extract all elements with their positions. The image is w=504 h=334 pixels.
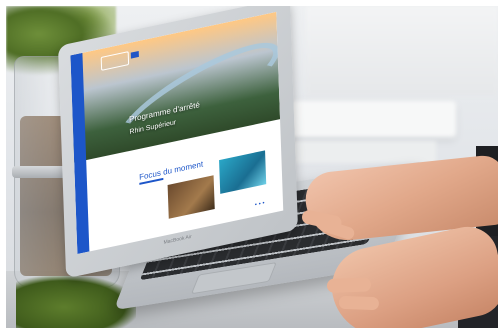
carousel-pager: • • • [254,200,265,209]
focus-tile-image-1 [167,175,215,219]
finger [338,295,380,311]
background-shelf-lower [276,141,436,163]
laptop-display: Programme d'arrêté Rhin Supérieur Focus … [70,11,284,255]
focus-tile-image-2 [219,150,267,194]
finger [326,277,372,293]
laptop-brand-label: MacBook Air [163,233,192,246]
background-window [306,6,498,96]
photo-scene: Programme d'arrêté Rhin Supérieur Focus … [6,6,498,328]
